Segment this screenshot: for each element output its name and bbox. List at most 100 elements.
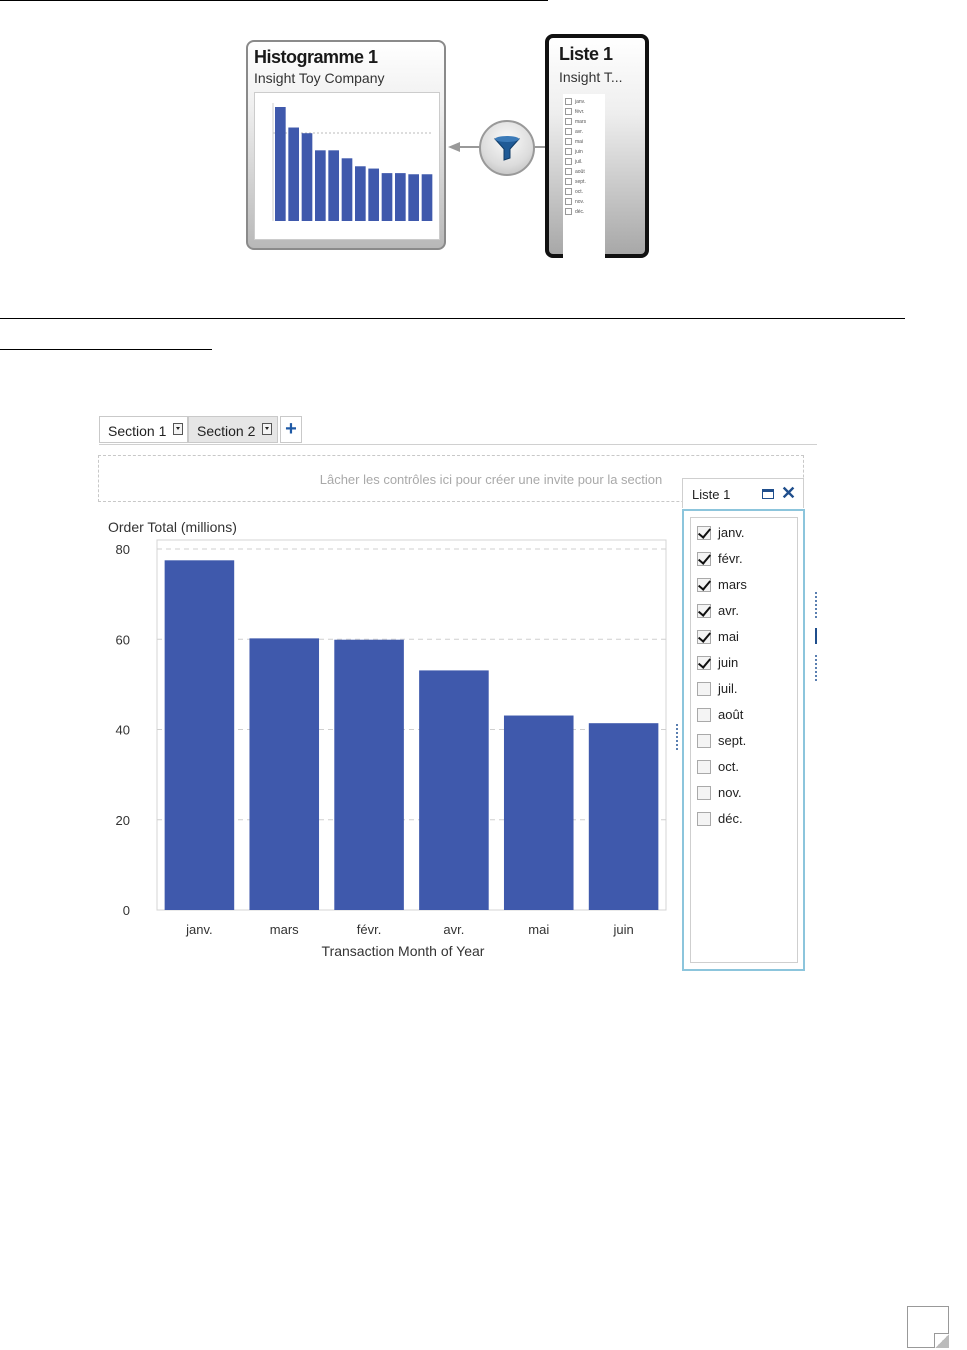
month-checkbox-item[interactable]: juil.	[697, 679, 793, 701]
list-thumb-checkbox	[565, 188, 572, 195]
x-tick-label: avr.	[443, 922, 464, 937]
checkbox-unchecked[interactable]	[697, 708, 711, 722]
list-thumb-item: févr.	[565, 108, 584, 117]
list-thumb-checkbox	[565, 108, 572, 115]
list-thumb-checkbox	[565, 158, 572, 165]
month-checkbox-item[interactable]: avr.	[697, 601, 793, 623]
month-checkbox-item[interactable]: nov.	[697, 783, 793, 805]
thumb-bar-12	[421, 174, 433, 221]
page-curl-icon	[907, 1306, 949, 1348]
y-tick-label: 0	[123, 903, 130, 918]
thumb-bar-4	[315, 150, 326, 221]
dropdown-icon[interactable]	[262, 423, 272, 435]
list-thumb-checkbox	[565, 168, 572, 175]
short-rule	[0, 349, 212, 350]
bar-1[interactable]	[164, 560, 235, 910]
histogram-node-subtitle: Insight Toy Company	[254, 70, 385, 86]
histogram-thumbnail-chart	[272, 103, 433, 221]
list-thumb-label: nov.	[575, 198, 585, 205]
thumb-bar-9	[381, 173, 393, 221]
bar-chart[interactable]: 0 20 40 60 80 janv. mars févr. avr. mai juin Order …	[100, 515, 675, 965]
thumb-bar-10	[395, 173, 406, 221]
x-tick-label: janv.	[185, 922, 213, 937]
histogram-node[interactable]: Histogramme 1 Insight Toy Company	[246, 40, 446, 250]
month-checkbox-item[interactable]: sept.	[697, 731, 793, 753]
tab-section-2-label: Section 2	[197, 423, 256, 439]
month-checkbox-item[interactable]: juin	[697, 653, 793, 675]
list-thumb-item: août	[565, 168, 585, 177]
panel-header: Liste 1 ✕	[682, 478, 804, 508]
funnel-icon	[493, 136, 521, 161]
month-checkbox-item[interactable]: oct.	[697, 757, 793, 779]
month-label: août	[718, 707, 744, 722]
checkbox-unchecked[interactable]	[697, 682, 711, 696]
thumb-bar-7	[355, 166, 366, 221]
dropdown-icon[interactable]	[173, 423, 183, 435]
bar-2[interactable]	[249, 638, 320, 910]
checkbox-unchecked[interactable]	[697, 786, 711, 800]
thumb-bar-1	[275, 107, 286, 221]
maximize-icon[interactable]	[762, 489, 774, 499]
bar-3[interactable]	[334, 639, 404, 910]
panel-title: Liste 1	[692, 487, 731, 502]
resize-handle-right[interactable]	[815, 628, 817, 644]
list-thumb-item: juin	[565, 148, 583, 157]
list-thumb-label: janv.	[575, 98, 586, 105]
bar-6[interactable]	[588, 723, 659, 910]
bar-4[interactable]	[419, 670, 489, 910]
list-thumb-label: déc.	[575, 208, 585, 215]
month-checkbox-list: janv. févr. mars avr. mai juin juil. août sept. o…	[690, 517, 798, 963]
list-thumb-item: sept.	[565, 178, 586, 187]
month-checkbox-item[interactable]: mai	[697, 627, 793, 649]
tab-section-1[interactable]: Section 1	[99, 416, 188, 443]
checkbox-checked[interactable]	[697, 526, 711, 540]
list-thumb-label: août	[575, 168, 585, 175]
plus-icon[interactable]: +	[280, 416, 302, 443]
checkbox-checked[interactable]	[697, 630, 711, 644]
resize-grip-right-top[interactable]	[815, 592, 817, 618]
list-thumb-checkbox	[565, 138, 572, 145]
checkbox-unchecked[interactable]	[697, 734, 711, 748]
checkbox-unchecked[interactable]	[697, 760, 711, 774]
list-thumb-label: mai	[575, 138, 584, 145]
checkbox-checked[interactable]	[697, 552, 711, 566]
close-icon[interactable]: ✕	[781, 484, 796, 502]
month-checkbox-item[interactable]: août	[697, 705, 793, 727]
resize-grip-left[interactable]	[676, 724, 678, 750]
list-thumb-item: janv.	[565, 98, 585, 107]
month-label: oct.	[718, 759, 739, 774]
list-node[interactable]: Liste 1 Insight T... janv. févr. mars avr. m…	[545, 34, 649, 266]
list-thumb-label: juin	[575, 148, 583, 155]
month-label: janv.	[718, 525, 745, 540]
month-checkbox-item[interactable]: déc.	[697, 809, 793, 831]
tab-section-1-label: Section 1	[108, 423, 167, 439]
tab-divider	[99, 444, 817, 445]
list-thumb-checkbox	[565, 198, 572, 205]
month-label: sept.	[718, 733, 747, 748]
list-thumb-checkbox	[565, 128, 572, 135]
checkbox-checked[interactable]	[697, 578, 711, 592]
list-thumb-checkbox	[565, 148, 572, 155]
list-thumb-label: avr.	[575, 128, 584, 135]
list-thumb-item: déc.	[565, 208, 584, 217]
resize-grip-right-bottom[interactable]	[815, 655, 817, 681]
month-label: févr.	[718, 551, 743, 566]
month-label: juil.	[718, 681, 738, 696]
checkbox-checked[interactable]	[697, 656, 711, 670]
month-checkbox-item[interactable]: janv.	[697, 523, 793, 545]
bar-5[interactable]	[503, 715, 574, 910]
month-label: déc.	[718, 811, 743, 826]
list-thumb-checkbox	[565, 98, 572, 105]
list-thumb-label: oct.	[575, 188, 584, 195]
x-tick-label: févr.	[357, 922, 382, 937]
tab-section-2[interactable]: Section 2	[188, 416, 278, 443]
y-tick-label: 80	[116, 542, 130, 557]
filter-link-button[interactable]	[479, 120, 535, 176]
checkbox-checked[interactable]	[697, 604, 711, 618]
checkbox-unchecked[interactable]	[697, 812, 711, 826]
month-label: mai	[718, 629, 739, 644]
month-checkbox-item[interactable]: févr.	[697, 549, 793, 571]
x-axis-title: Transaction Month of Year	[322, 943, 485, 959]
month-checkbox-item[interactable]: mars	[697, 575, 793, 597]
thumb-bar-5	[328, 150, 339, 221]
